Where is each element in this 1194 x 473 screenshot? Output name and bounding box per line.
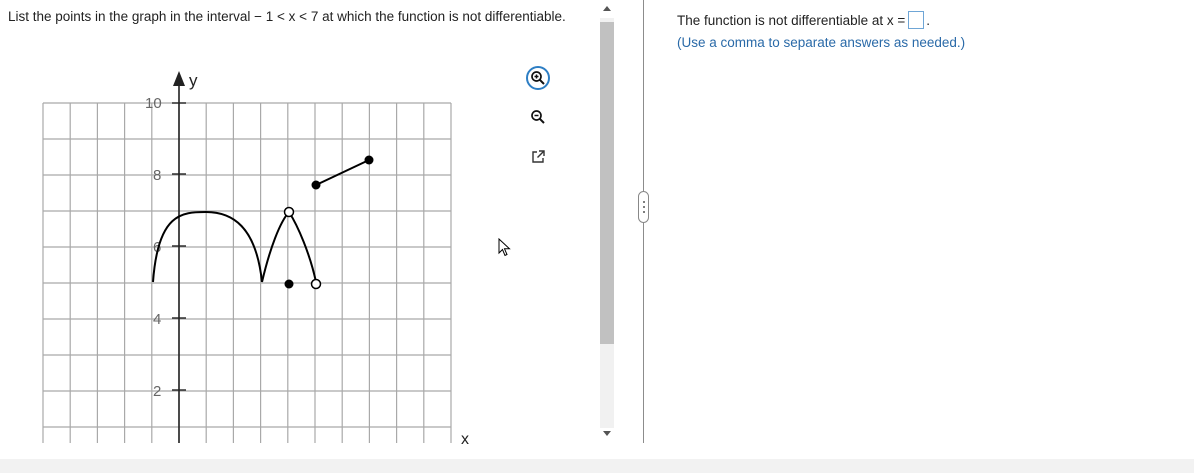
graph-grid: [42, 102, 452, 443]
zoom-in-button[interactable]: [526, 66, 550, 90]
open-point-right-end: [310, 278, 322, 290]
x-axis-label: x: [461, 431, 469, 448]
y-tick-label-10: 10: [145, 95, 162, 112]
answer-prompt: The function is not differentiable at x …: [677, 12, 906, 28]
y-tick-label-4: 4: [153, 311, 161, 328]
zoom-in-icon: [531, 71, 545, 85]
y-axis-arrow: [173, 71, 185, 86]
y-tick-label-2: 2: [153, 383, 161, 400]
closed-point-lower: [284, 279, 294, 289]
mouse-cursor-icon: [498, 237, 512, 263]
answer-period: .: [926, 12, 931, 28]
scroll-up-arrow-icon[interactable]: [603, 6, 611, 11]
answer-input[interactable]: [908, 11, 925, 29]
zoom-out-icon: [531, 110, 545, 124]
answer-hint: (Use a comma to separate answers as need…: [677, 35, 966, 50]
open-point-peak: [283, 206, 295, 218]
external-link-icon: [532, 150, 545, 163]
scroll-thumb[interactable]: [600, 22, 614, 344]
graph-scrollbar[interactable]: [597, 2, 617, 442]
y-tick-label-8: 8: [153, 167, 161, 184]
graph: y x 10 8 6 4 2: [42, 71, 469, 448]
answer-line: The function is not differentiable at x …: [677, 11, 930, 29]
bottom-bar: [0, 459, 1194, 473]
zoom-out-button[interactable]: [526, 105, 550, 129]
y-axis-label: y: [189, 71, 198, 90]
closed-point-segment-end: [364, 155, 374, 165]
closed-point-segment-start: [311, 180, 321, 190]
scroll-down-arrow-icon[interactable]: [603, 431, 611, 436]
pane-resize-handle[interactable]: [638, 191, 649, 223]
popout-button[interactable]: [526, 145, 550, 169]
